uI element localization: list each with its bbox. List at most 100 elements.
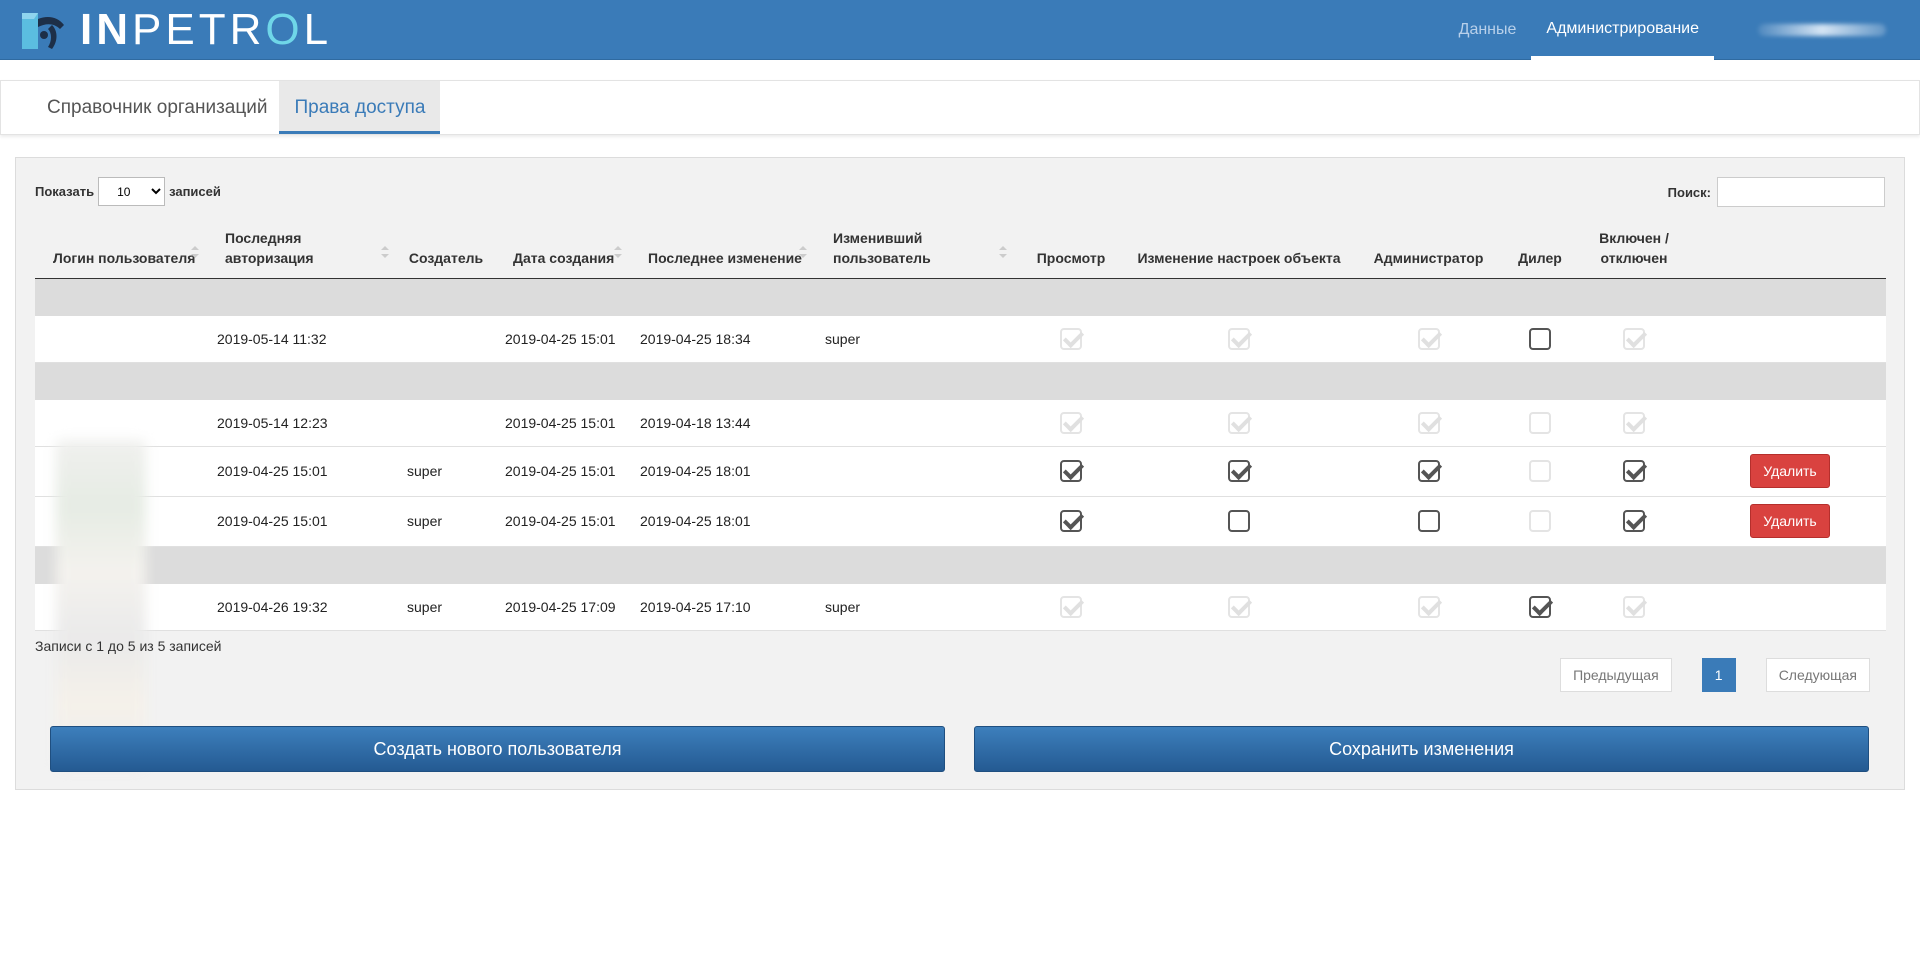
table-row[interactable]: 2019-04-25 15:01 super 2019-04-25 15:01 … — [35, 446, 1886, 497]
col-login[interactable]: Логин пользователя — [35, 218, 207, 279]
create-user-button[interactable]: Создать нового пользователя — [50, 726, 945, 772]
object-settings-checkbox — [1228, 595, 1250, 618]
col-modified-by[interactable]: Изменивший пользователь — [815, 218, 1015, 279]
modified-by-cell — [815, 496, 1015, 547]
next-page-button[interactable]: Следующая — [1765, 658, 1870, 692]
col-creator[interactable]: Создатель — [397, 218, 495, 279]
tab-organizations[interactable]: Справочник организаций — [1, 81, 279, 134]
page-length-control: Показать 10 записей — [35, 177, 221, 206]
created-cell: 2019-04-25 15:01 — [495, 496, 630, 547]
modified-cell: 2019-04-25 18:34 — [630, 316, 815, 363]
delete-button[interactable]: Удалить — [1750, 454, 1830, 488]
actions-cell — [1694, 584, 1886, 631]
tabs-bar: Справочник организаций Права доступа — [0, 80, 1920, 135]
admin-checkbox[interactable] — [1417, 510, 1440, 532]
sort-icon — [614, 246, 622, 258]
tab-access-rights[interactable]: Права доступа — [279, 81, 441, 134]
group-row — [35, 546, 1886, 584]
prev-page-button[interactable]: Предыдущая — [1560, 658, 1672, 692]
object-settings-checkbox — [1228, 327, 1250, 350]
save-changes-button[interactable]: Сохранить изменения — [974, 726, 1869, 772]
table-row[interactable]: 2019-05-14 12:23 2019-04-25 15:01 2019-0… — [35, 400, 1886, 447]
user-menu[interactable] — [1758, 24, 1886, 36]
col-admin: Администратор — [1351, 218, 1506, 279]
object-settings-checkbox[interactable] — [1228, 510, 1250, 532]
creator-cell: super — [397, 496, 495, 547]
enabled-checkbox — [1623, 327, 1645, 350]
view-checkbox — [1060, 411, 1082, 434]
created-cell: 2019-04-25 15:01 — [495, 446, 630, 497]
col-actions — [1694, 218, 1886, 279]
table-row[interactable]: 2019-04-26 19:32 super 2019-04-25 17:09 … — [35, 584, 1886, 631]
sort-icon — [999, 246, 1007, 258]
creator-cell: super — [397, 584, 495, 631]
sort-icon — [191, 246, 199, 258]
col-last-auth[interactable]: Последняя авторизация — [207, 218, 397, 279]
dealer-checkbox — [1529, 510, 1551, 532]
table-header-row: Логин пользователя Последняя авторизация… — [35, 218, 1886, 279]
show-label: Показать — [35, 184, 95, 199]
col-dealer: Дилер — [1506, 218, 1574, 279]
col-modified[interactable]: Последнее изменение — [630, 218, 815, 279]
enabled-checkbox[interactable] — [1623, 460, 1645, 482]
modified-cell: 2019-04-18 13:44 — [630, 400, 815, 447]
col-enabled: Включен / отключен — [1574, 218, 1694, 279]
modified-by-cell — [815, 446, 1015, 497]
search-control: Поиск: — [1668, 177, 1885, 207]
table-row[interactable]: 2019-05-14 11:32 2019-04-25 15:01 2019-0… — [35, 316, 1886, 363]
redacted-logins — [56, 440, 146, 770]
creator-cell: super — [397, 446, 495, 497]
modified-cell: 2019-04-25 18:01 — [630, 496, 815, 547]
sort-icon — [799, 246, 807, 258]
modified-cell: 2019-04-25 18:01 — [630, 446, 815, 497]
table-info: Записи с 1 до 5 из 5 записей — [35, 638, 222, 654]
delete-button[interactable]: Удалить — [1750, 504, 1830, 538]
nav-links: Данные Администрирование — [1444, 0, 1920, 60]
enabled-checkbox[interactable] — [1623, 510, 1645, 532]
object-settings-checkbox — [1228, 411, 1250, 434]
modified-by-cell — [815, 400, 1015, 447]
last-auth-cell: 2019-04-25 15:01 — [207, 446, 397, 497]
admin-checkbox — [1417, 595, 1440, 618]
logo-wordmark: INPETROL — [80, 5, 333, 54]
creator-cell — [397, 400, 495, 447]
col-object-settings: Изменение настроек объекта — [1127, 218, 1351, 279]
login-cell — [35, 316, 207, 363]
sort-icon — [381, 246, 389, 258]
search-input[interactable] — [1717, 177, 1885, 207]
admin-checkbox[interactable] — [1417, 460, 1440, 482]
admin-checkbox — [1417, 327, 1440, 350]
modified-by-cell: super — [815, 316, 1015, 363]
view-checkbox[interactable] — [1060, 510, 1082, 532]
col-created[interactable]: Дата создания — [495, 218, 630, 279]
modified-by-cell: super — [815, 584, 1015, 631]
view-checkbox[interactable] — [1060, 460, 1082, 482]
dealer-checkbox[interactable] — [1529, 327, 1551, 350]
enabled-checkbox — [1623, 595, 1645, 618]
created-cell: 2019-04-25 17:09 — [495, 584, 630, 631]
last-auth-cell: 2019-04-25 15:01 — [207, 496, 397, 547]
view-checkbox — [1060, 327, 1082, 350]
records-label: записей — [169, 184, 221, 199]
inpetrol-logo[interactable]: INPETROL — [14, 4, 332, 56]
fuel-nozzle-icon — [14, 5, 76, 55]
nav-data[interactable]: Данные — [1444, 0, 1532, 60]
actions-cell — [1694, 316, 1886, 363]
dealer-checkbox[interactable] — [1529, 595, 1551, 618]
table-row[interactable]: 2019-04-25 15:01 super 2019-04-25 15:01 … — [35, 496, 1886, 547]
page-size-select[interactable]: 10 — [98, 177, 166, 206]
group-row — [35, 362, 1886, 400]
pagination: Предыдущая 1 Следующая — [1560, 658, 1870, 692]
group-row — [35, 278, 1886, 316]
created-cell: 2019-04-25 15:01 — [495, 400, 630, 447]
creator-cell — [397, 316, 495, 363]
actions-cell — [1694, 400, 1886, 447]
top-navbar: INPETROL Данные Администрирование — [0, 0, 1920, 60]
page-1-button[interactable]: 1 — [1701, 658, 1736, 692]
modified-cell: 2019-04-25 17:10 — [630, 584, 815, 631]
nav-administration[interactable]: Администрирование — [1531, 0, 1714, 60]
object-settings-checkbox[interactable] — [1228, 460, 1250, 482]
enabled-checkbox — [1623, 411, 1645, 434]
last-auth-cell: 2019-05-14 11:32 — [207, 316, 397, 363]
last-auth-cell: 2019-05-14 12:23 — [207, 400, 397, 447]
